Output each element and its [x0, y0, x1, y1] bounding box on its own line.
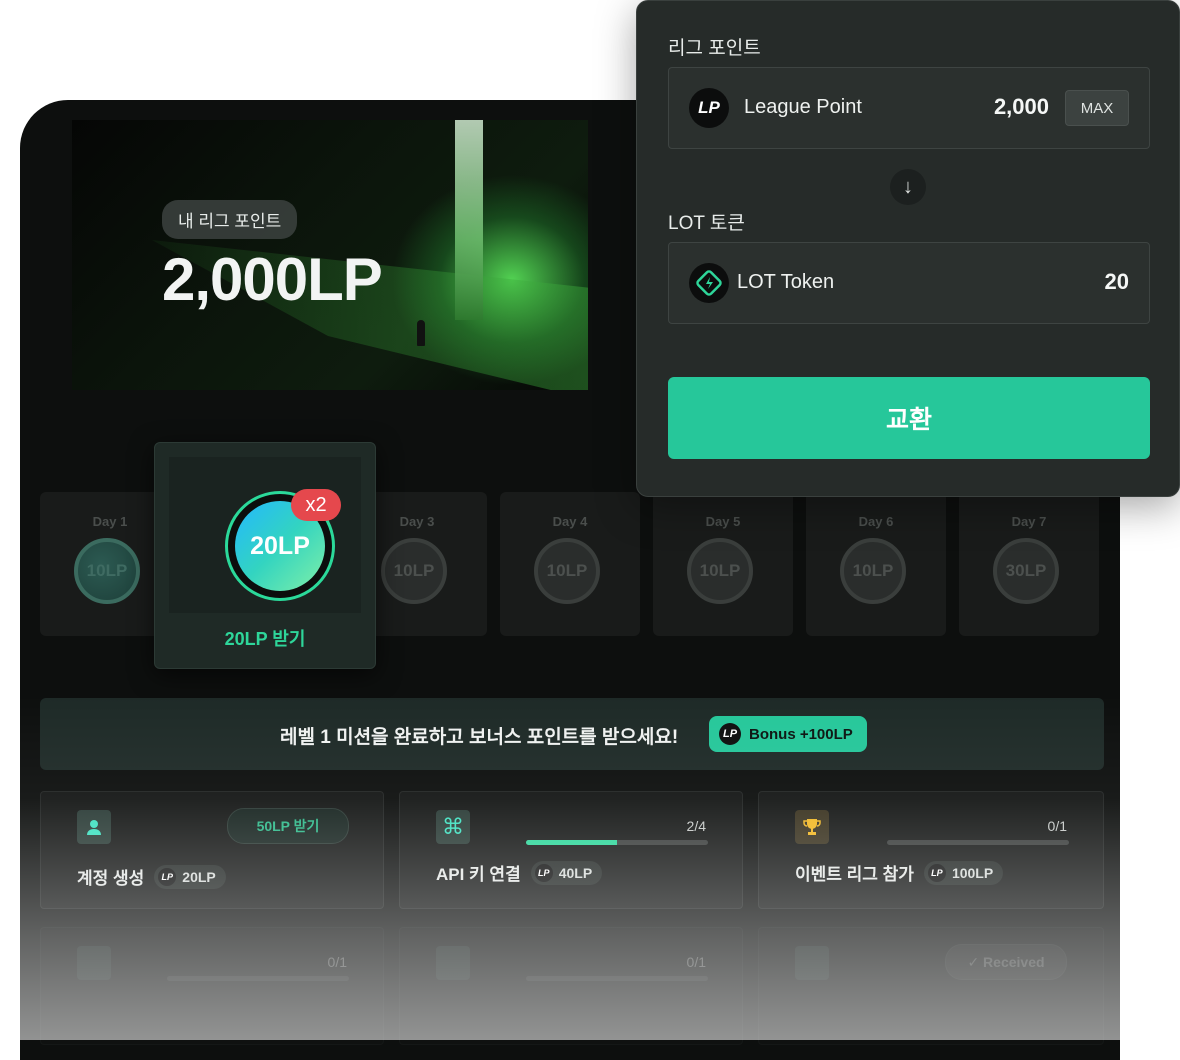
task-reward: LP 100LP [923, 860, 1004, 885]
day-coin: 10LP [534, 538, 600, 604]
exchange-panel: 리그 포인트 LP League Point 2,000 MAX ↓ LOT 토… [636, 0, 1180, 497]
progress-count: 0/1 [327, 954, 347, 970]
light-beam [455, 120, 483, 320]
task-reward-value: 20LP [182, 868, 216, 885]
to-name: LOT Token [737, 271, 835, 293]
task-reward-value: 100LP [951, 864, 994, 881]
progress-bar [526, 976, 708, 981]
task-name: API 키 연결 [436, 865, 521, 884]
day-label: Day 4 [552, 514, 588, 529]
lp-logo-icon: LP [158, 867, 177, 886]
day-card-4: Day 4 10LP [500, 492, 640, 636]
day-label: Day 7 [1011, 514, 1047, 529]
claim-task-button[interactable]: 50LP 받기 [227, 808, 349, 844]
day-coin: 10LP [840, 538, 906, 604]
progress-count: 0/1 [1047, 818, 1067, 834]
task-card-account: 50LP 받기 계정 생성 LP 20LP [40, 791, 384, 909]
task-reward-value: 40LP [558, 864, 593, 881]
trophy-icon [795, 810, 829, 844]
day-label: Day 5 [705, 514, 741, 529]
from-name: League Point [744, 96, 862, 118]
user-icon [77, 810, 111, 844]
day-card-6: Day 6 10LP [806, 492, 946, 636]
task-name: 계정 생성 [77, 869, 145, 888]
progress-count: 2/4 [686, 818, 706, 834]
max-button[interactable]: MAX [1065, 90, 1129, 126]
lp-logo-icon: LP [534, 863, 553, 882]
task-card-api: ⌘ 2/4 API 키 연결 LP 40LP [399, 791, 743, 909]
day-coin: 30LP [993, 538, 1059, 604]
exchange-button[interactable]: 교환 [668, 377, 1150, 459]
ticket-icon [77, 946, 111, 980]
mission-banner-text: 레벨 1 미션을 완료하고 보너스 포인트를 받으세요! [280, 727, 679, 748]
day-card-7: Day 7 30LP [959, 492, 1099, 636]
to-value: 20 [1104, 269, 1129, 294]
my-points-label: 내 리그 포인트 [162, 200, 298, 239]
task-card-ghost: 0/1 [40, 927, 384, 1045]
day-label: Day 6 [858, 514, 894, 529]
lp-logo-icon: LP [689, 88, 729, 128]
bonus-badge: LP Bonus +100LP [709, 716, 867, 752]
task-reward: LP 40LP [530, 860, 603, 885]
lp-logo-icon: LP [719, 723, 741, 745]
lp-logo-icon: LP [927, 863, 946, 882]
progress-fill [526, 840, 617, 845]
day-coin-claimed: 10LP [74, 538, 140, 604]
from-field[interactable]: LP League Point 2,000 MAX [668, 67, 1150, 149]
bonus-label: Bonus +100LP [749, 725, 853, 743]
progress-count: 0/1 [686, 954, 706, 970]
task-title: 이벤트 리그 참가 LP 100LP [795, 860, 1004, 885]
lot-token-icon [689, 263, 729, 303]
progress-bar [526, 840, 708, 845]
active-card-inner: 20LP x2 [169, 457, 361, 613]
progress-bar [167, 976, 349, 981]
task-title: API 키 연결 LP 40LP [436, 860, 603, 885]
my-points-value: 2,000LP [162, 246, 383, 313]
multiplier-badge: x2 [291, 489, 341, 521]
received-button: ✓ Received [945, 944, 1067, 980]
to-label: LOT 토큰 [668, 213, 745, 234]
progress-bar [887, 840, 1069, 845]
arrow-down-icon: ↓ [890, 169, 926, 205]
to-field: LOT Token 20 [668, 242, 1150, 324]
day-coin: 10LP [381, 538, 447, 604]
day-coin: 10LP [687, 538, 753, 604]
command-icon: ⌘ [436, 810, 470, 844]
mission-banner: 레벨 1 미션을 완료하고 보너스 포인트를 받으세요! LP Bonus +1… [40, 698, 1104, 770]
task-card-ghost: ✓ Received [758, 927, 1104, 1045]
from-value: 2,000 [993, 94, 1049, 119]
task-card-league: 0/1 이벤트 리그 참가 LP 100LP [758, 791, 1104, 909]
from-label: 리그 포인트 [668, 38, 761, 59]
task-reward: LP 20LP [154, 864, 226, 889]
day-card-5: Day 5 10LP [653, 492, 793, 636]
person-silhouette [417, 320, 425, 346]
task-title: 계정 생성 LP 20LP [77, 864, 226, 889]
image-icon [795, 946, 829, 980]
day-card-active[interactable]: 20LP x2 20LP 받기 [154, 442, 376, 669]
task-name: 이벤트 리그 참가 [795, 865, 914, 884]
task-card-ghost: 0/1 [399, 927, 743, 1045]
coin-icon [436, 946, 470, 980]
claim-button[interactable]: 20LP 받기 [155, 625, 375, 651]
